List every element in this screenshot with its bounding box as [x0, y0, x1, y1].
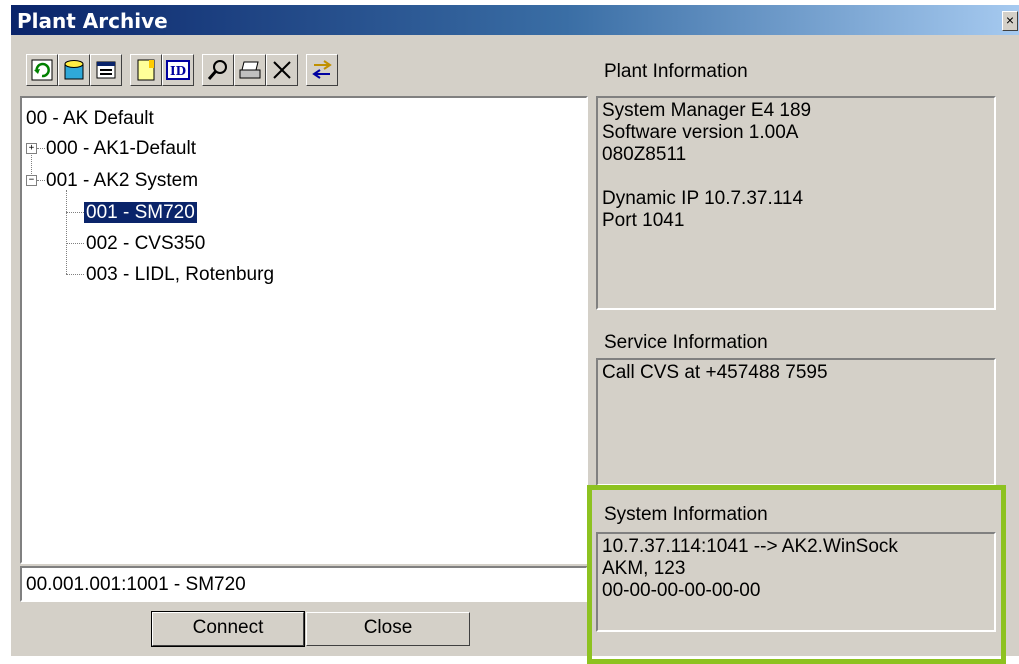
- service-info-label: Service Information: [604, 332, 768, 353]
- plant-info-panel: System Manager E4 189 Software version 1…: [596, 96, 996, 310]
- refresh-button[interactable]: [26, 54, 58, 86]
- new-document-button[interactable]: [130, 54, 162, 86]
- expand-icon[interactable]: +: [26, 143, 37, 154]
- database-button[interactable]: [58, 54, 90, 86]
- plant-info-label: Plant Information: [604, 61, 748, 82]
- tree-item[interactable]: 00 - AK Default: [26, 108, 154, 130]
- tree-item[interactable]: 000 - AK1-Default: [46, 138, 196, 160]
- close-button[interactable]: Close: [306, 612, 470, 646]
- title-bar: Plant Archive ×: [11, 5, 1019, 35]
- service-info-panel: Call CVS at +457488 7595: [596, 358, 996, 486]
- tree-item[interactable]: 003 - LIDL, Rotenburg: [86, 264, 274, 286]
- collapse-icon[interactable]: −: [26, 175, 37, 186]
- find-button[interactable]: [202, 54, 234, 86]
- selected-path-field[interactable]: 00.001.001:1001 - SM720: [20, 566, 588, 602]
- system-info-highlight-frame: [587, 485, 1006, 664]
- selected-path-value: 00.001.001:1001 - SM720: [26, 574, 246, 595]
- svg-text:ID: ID: [170, 64, 186, 78]
- print-button[interactable]: [234, 54, 266, 86]
- tree-item[interactable]: 001 - AK2 System: [46, 170, 198, 192]
- transfer-button[interactable]: [306, 54, 338, 86]
- properties-button[interactable]: [90, 54, 122, 86]
- connect-button[interactable]: Connect: [151, 611, 305, 647]
- window-title: Plant Archive: [17, 9, 168, 33]
- tree-item[interactable]: 002 - CVS350: [86, 233, 205, 255]
- close-window-button[interactable]: ×: [1002, 11, 1018, 31]
- plant-tree[interactable]: 00 - AK Default + 000 - AK1-Default − 00…: [20, 96, 588, 564]
- tree-item-selected[interactable]: 001 - SM720: [83, 201, 198, 224]
- delete-button[interactable]: [266, 54, 298, 86]
- id-button[interactable]: ID: [162, 54, 194, 86]
